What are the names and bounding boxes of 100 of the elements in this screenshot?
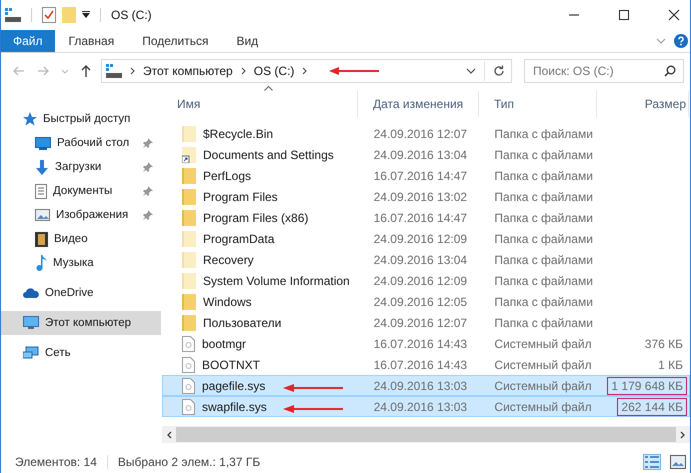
properties-icon[interactable] xyxy=(42,7,56,23)
desktop-icon xyxy=(35,136,51,150)
search-icon xyxy=(664,65,676,77)
cloud-icon xyxy=(23,288,39,298)
folder-icon xyxy=(182,252,196,268)
sidebar-label: Рабочий стол xyxy=(57,137,130,149)
table-cell-text: 376 КБ xyxy=(644,336,684,352)
sidebar-item[interactable]: OneDrive xyxy=(1,281,161,305)
table-cell-text: 16.07.2016 14:47 xyxy=(372,168,468,182)
chevron-icon[interactable] xyxy=(656,38,666,44)
up-icon[interactable] xyxy=(81,65,91,77)
column-header[interactable]: Размер xyxy=(597,91,689,117)
column-header[interactable]: Дата изменения xyxy=(358,91,479,117)
file-row[interactable]: System Volume Information 24.09.2016 12:09 Папка с файлами xyxy=(162,270,690,291)
file-name: swapfile.sys xyxy=(202,400,267,414)
file-row[interactable]: Program Files (x86) 16.07.2016 14:47 Папка с файлами xyxy=(162,207,690,228)
dropdown-icon[interactable] xyxy=(82,11,90,19)
chevron-right-icon[interactable] xyxy=(240,67,246,75)
table-cell-text: Папка с файлами xyxy=(493,126,594,140)
file-row[interactable]: Program Files 24.09.2016 13:02 Папка с файлами xyxy=(162,186,690,207)
pin-icon[interactable] xyxy=(143,138,153,148)
ribbon-tab[interactable]: Поделиться xyxy=(128,30,222,52)
table-cell: 262 144 КБ xyxy=(617,398,687,416)
file-row[interactable]: Documents and Settings 24.09.2016 13:04 Папка с файлами xyxy=(162,144,690,165)
sidebar-label: Видео xyxy=(54,233,88,245)
film-icon xyxy=(35,232,48,246)
sort-icon xyxy=(264,86,273,91)
file-name: BOOTNXT xyxy=(202,358,260,372)
sidebar-item[interactable]: Быстрый доступ xyxy=(1,107,161,131)
network-icon xyxy=(23,346,39,360)
table-cell-text: Папка с файлами xyxy=(493,252,594,266)
folder-icon xyxy=(182,210,196,226)
file-row[interactable]: Recovery 24.09.2016 13:04 Папка с файлами xyxy=(162,249,690,270)
search-field[interactable]: Поиск: OS (C:) xyxy=(524,59,684,83)
file-row[interactable]: ProgramData 24.09.2016 12:09 Папка с файлами xyxy=(162,228,690,249)
breadcrumb[interactable]: Этот компьютер xyxy=(143,64,233,78)
image-icon xyxy=(35,209,50,221)
table-cell-text: Системный файл xyxy=(493,358,593,372)
sidebar-item[interactable]: Изображения xyxy=(1,203,161,227)
file-name: Recovery xyxy=(203,252,254,266)
status-text: Выбрано 2 элем.: 1,37 ГБ xyxy=(118,455,260,469)
file-row[interactable]: Windows 24.09.2016 12:05 Папка с файлами xyxy=(162,291,690,312)
ribbon-tab[interactable]: Файл xyxy=(1,30,55,52)
folder-icon xyxy=(182,168,196,184)
sidebar-item[interactable]: Музыка xyxy=(1,251,161,275)
scroll-right-icon[interactable] xyxy=(680,430,686,438)
system-file-icon xyxy=(182,398,195,414)
file-name: PerfLogs xyxy=(203,168,252,182)
pin-icon[interactable] xyxy=(143,186,153,196)
chevron-right-icon[interactable] xyxy=(130,67,135,75)
sidebar-label: OneDrive xyxy=(45,287,94,299)
table-cell-text: Папка с файлами xyxy=(493,168,594,182)
table-cell-text: 24.09.2016 12:07 xyxy=(372,316,468,330)
pin-icon[interactable] xyxy=(143,210,153,220)
breadcrumb[interactable]: OS (C:) xyxy=(254,64,294,78)
file-name: $Recycle.Bin xyxy=(203,126,274,140)
ribbon-tab[interactable]: Главная xyxy=(54,30,128,52)
sidebar-item[interactable]: Сеть xyxy=(1,341,161,365)
dropdown-icon[interactable] xyxy=(466,68,476,74)
large-icons-view-icon[interactable] xyxy=(670,455,686,469)
table-cell-text: 24.09.2016 13:04 xyxy=(372,252,468,266)
sidebar-item[interactable]: Рабочий стол xyxy=(1,131,161,155)
drive-icon[interactable] xyxy=(5,8,21,22)
scroll-left-icon[interactable] xyxy=(166,430,172,438)
table-cell-text: Системный файл xyxy=(493,336,593,350)
scrollbar-thumb[interactable] xyxy=(176,427,676,442)
ribbon-tab[interactable]: Вид xyxy=(222,30,272,52)
file-row[interactable]: Пользователи 24.09.2016 12:07 Папка с файлами xyxy=(162,312,690,333)
document-icon xyxy=(35,184,47,198)
sidebar-item[interactable]: Загрузки xyxy=(1,155,161,179)
sidebar-item[interactable]: Видео xyxy=(1,227,161,251)
column-header[interactable]: Тип xyxy=(479,91,597,117)
refresh-icon[interactable] xyxy=(493,65,505,77)
folder-shortcut-icon xyxy=(182,146,196,162)
file-row[interactable]: bootmgr 16.07.2016 14:43 Системный файл 376 КБ xyxy=(162,333,690,354)
table-cell-text: Папка с файлами xyxy=(493,210,594,224)
close-icon[interactable] xyxy=(668,9,680,21)
column-header[interactable]: Имя xyxy=(162,91,358,117)
pin-icon[interactable] xyxy=(143,162,153,172)
folder-icon xyxy=(182,294,196,310)
help-icon[interactable] xyxy=(674,34,688,48)
folder-icon xyxy=(182,272,196,288)
sidebar-item[interactable]: Этот компьютер xyxy=(1,311,161,335)
drive-icon xyxy=(106,64,122,78)
file-row[interactable]: PerfLogs 16.07.2016 14:47 Папка с файлами xyxy=(162,165,690,186)
table-cell-text: 24.09.2016 13:04 xyxy=(372,148,468,162)
details-view-icon[interactable] xyxy=(644,455,660,469)
table-cell-text: 24.09.2016 12:07 xyxy=(372,126,468,140)
folder-icon xyxy=(182,126,196,142)
file-row[interactable]: swapfile.sys 24.09.2016 13:03 Системный файл 262 144 КБ xyxy=(162,396,690,417)
file-name: Documents and Settings xyxy=(203,148,334,162)
table-cell-text: Папка с файлами xyxy=(493,190,594,204)
chevron-right-icon[interactable] xyxy=(302,67,308,75)
file-row[interactable]: BOOTNXT 16.07.2016 14:43 Системный файл 1 КБ xyxy=(162,354,690,375)
file-row[interactable]: pagefile.sys 24.09.2016 13:03 Системный файл 1 179 648 КБ xyxy=(162,375,690,396)
file-row[interactable]: $Recycle.Bin 24.09.2016 12:07 Папка с файлами xyxy=(162,123,690,144)
sidebar-item[interactable]: Документы xyxy=(1,179,161,203)
maximize-icon[interactable] xyxy=(618,9,630,21)
address-bar[interactable]: Этот компьютер OS (C:) xyxy=(101,59,512,83)
table-cell-text: 24.09.2016 13:03 xyxy=(372,400,468,414)
